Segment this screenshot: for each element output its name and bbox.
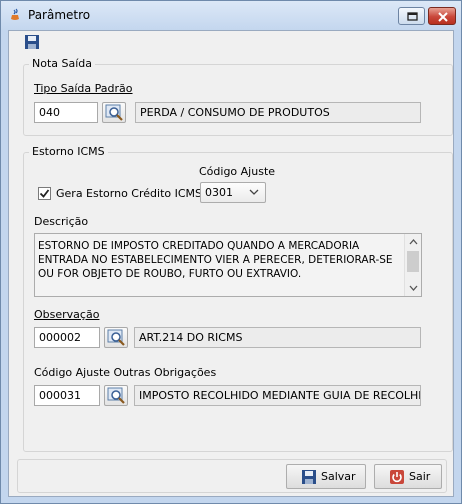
codigo-ajuste-select[interactable]: 0301 — [200, 182, 266, 203]
scrollbar-thumb[interactable] — [407, 251, 419, 272]
descricao-scrollbar[interactable] — [404, 234, 421, 296]
tipo-saida-label: Tipo Saída Padrão — [34, 82, 133, 95]
gera-estorno-label[interactable]: Gera Estorno Crédito ICMS — [56, 187, 202, 200]
descricao-textarea[interactable]: ESTORNO DE IMPOSTO CREDITADO QUANDO A ME… — [34, 233, 422, 297]
codigo-ajuste-label: Código Ajuste — [199, 165, 276, 178]
descricao-text: ESTORNO DE IMPOSTO CREDITADO QUANDO A ME… — [38, 240, 393, 280]
search-icon — [107, 329, 125, 346]
java-app-icon — [8, 8, 22, 22]
observacao-code-input[interactable]: 000002 — [34, 327, 100, 348]
checkmark-icon — [39, 189, 50, 198]
close-button[interactable] — [428, 7, 456, 25]
search-icon — [107, 387, 125, 404]
tipo-saida-search-button[interactable] — [102, 102, 126, 123]
exit-button-label: Sair — [409, 470, 431, 483]
tipo-saida-code-input[interactable]: 040 — [34, 102, 98, 123]
scroll-up-icon — [409, 239, 418, 245]
nota-saida-panel: Nota Saída Tipo Saída Padrão 040 PERDA /… — [23, 57, 453, 136]
chevron-down-icon — [249, 189, 259, 195]
power-icon — [390, 470, 404, 484]
outras-obrigacoes-search-button[interactable] — [104, 385, 128, 406]
nota-saida-title: Nota Saída — [29, 57, 96, 70]
outras-obrigacoes-label: Código Ajuste Outras Obrigações — [34, 366, 217, 379]
close-icon — [438, 12, 448, 22]
estorno-icms-panel: Estorno ICMS Código Ajuste Gera Estorno … — [23, 145, 453, 452]
tipo-saida-description: PERDA / CONSUMO DE PRODUTOS — [135, 102, 421, 123]
scroll-down-icon — [409, 285, 418, 291]
observacao-search-button[interactable] — [104, 327, 128, 348]
observacao-description: ART.214 DO RICMS — [134, 327, 421, 348]
save-icon — [302, 470, 316, 484]
outras-obrigacoes-description: IMPOSTO RECOLHIDO MEDIANTE GUIA DE RECOL… — [134, 385, 421, 406]
restore-button[interactable] — [398, 7, 425, 25]
dialog-body: Nota Saída Tipo Saída Padrão 040 PERDA /… — [8, 30, 454, 497]
outras-obrigacoes-code-input[interactable]: 000031 — [34, 385, 100, 406]
descricao-label: Descrição — [34, 215, 89, 228]
title-bar[interactable]: Parâmetro — [1, 1, 461, 29]
estorno-icms-title: Estorno ICMS — [29, 145, 108, 158]
restore-icon — [407, 12, 418, 21]
search-icon — [105, 104, 123, 121]
gera-estorno-checkbox[interactable] — [38, 187, 51, 200]
save-button-label: Salvar — [321, 470, 356, 483]
save-button[interactable]: Salvar — [286, 464, 366, 489]
button-bar: Salvar Sair — [17, 459, 447, 493]
observacao-label: Observação — [34, 308, 100, 321]
codigo-ajuste-value: 0301 — [205, 186, 233, 199]
window-title: Parâmetro — [28, 8, 91, 22]
window: Parâmetro Nota Saída Tipo Saída Padrão 0… — [0, 0, 462, 504]
exit-button[interactable]: Sair — [374, 464, 442, 489]
save-toolbar-icon[interactable] — [24, 34, 40, 50]
